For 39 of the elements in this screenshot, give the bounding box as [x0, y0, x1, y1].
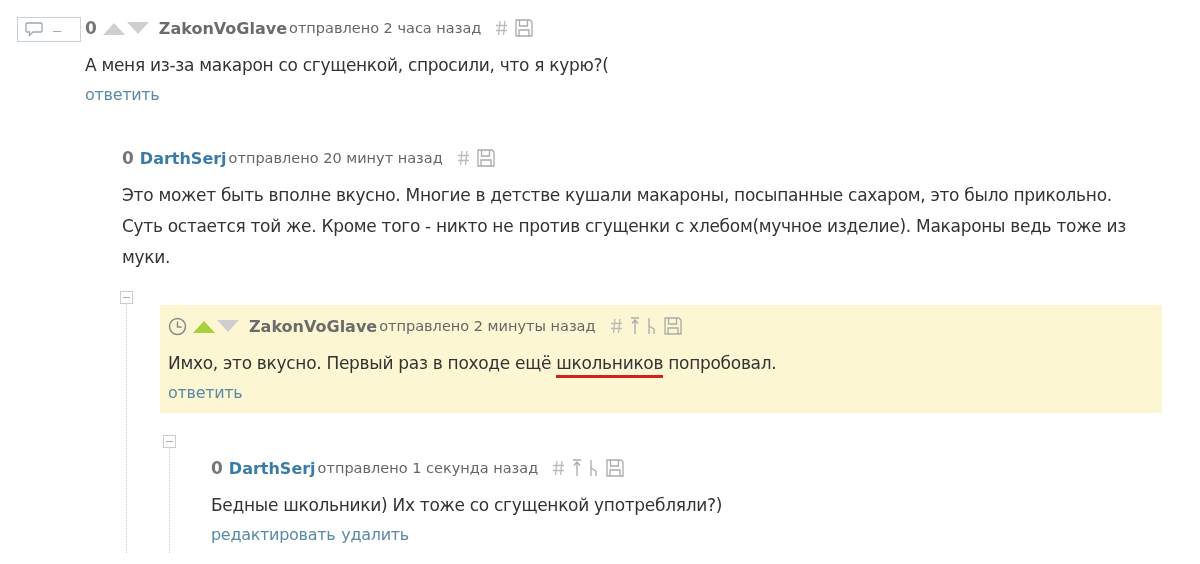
branch-icon[interactable]	[589, 459, 600, 477]
action-link[interactable]: редактировать	[211, 523, 336, 547]
vote-up-icon[interactable]	[193, 319, 215, 333]
comment-text: Бедные школьники) Их тоже со сгущенкой употребляли?)	[211, 494, 724, 517]
score: 0	[211, 458, 223, 478]
comment-text: Имхо, это вкусно. Первый раз в походе ещё школьников попробовал.	[168, 348, 1154, 379]
branch-icon[interactable]	[646, 317, 657, 335]
floppy-icon[interactable]	[663, 317, 682, 335]
comment-text: А меня из-за макарон со сгущенкой, спросили, что я курю?(	[85, 54, 610, 77]
timestamp: отправлено 2 минуты назад	[379, 318, 596, 334]
arrow-up-icon[interactable]	[572, 459, 583, 477]
timestamp: отправлено 1 секунда назад	[317, 460, 539, 476]
timestamp: отправлено 20 минут назад	[228, 150, 443, 166]
action-link[interactable]: ответить	[168, 381, 243, 405]
hash-icon[interactable]	[552, 460, 566, 476]
hash-icon[interactable]	[456, 150, 470, 166]
speech-bubble-icon	[25, 22, 43, 37]
hash-icon[interactable]	[609, 318, 623, 334]
floppy-icon[interactable]	[476, 149, 495, 167]
collapse-icon[interactable]	[120, 291, 133, 304]
arrow-up-icon[interactable]	[629, 317, 640, 335]
vote-up-icon[interactable]	[102, 21, 125, 35]
collapse-icon[interactable]	[163, 435, 176, 448]
action-link[interactable]: ответить	[85, 83, 160, 107]
author-link[interactable]: ZakonVoGlave	[158, 18, 288, 38]
hash-icon[interactable]	[495, 20, 509, 36]
timestamp: отправлено 2 часа назад	[289, 20, 482, 36]
comment-text: Это может быть вполне вкусно. Многие в детстве кушали макароны, посыпанные сахаром, это было прикольно. Суть остается той же. Кроме того - никто не против сгущенки с хлебом(мучное изделие). Макароны ведь тоже из муки.	[122, 184, 1127, 269]
score: 0	[85, 18, 97, 38]
floppy-icon[interactable]	[515, 19, 534, 37]
vote-down-icon[interactable]	[217, 319, 239, 333]
collapse-button[interactable]: –	[17, 17, 81, 42]
floppy-icon[interactable]	[606, 459, 625, 477]
author-link[interactable]: DarthSerj	[228, 458, 316, 478]
action-link[interactable]: удалить	[341, 523, 409, 547]
author-link[interactable]: DarthSerj	[139, 148, 227, 168]
score: 0	[122, 148, 134, 168]
vote-down-icon[interactable]	[126, 21, 149, 35]
author-link[interactable]: ZakonVoGlave	[249, 316, 378, 336]
